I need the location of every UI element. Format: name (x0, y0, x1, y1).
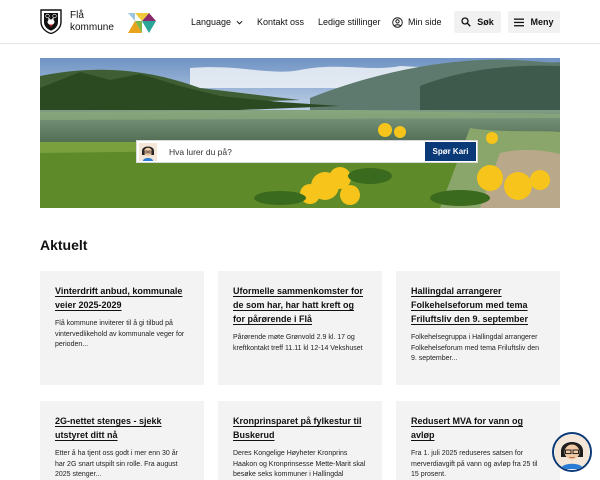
news-card[interactable]: 2G-nettet stenges - sjekk utstyret ditt … (40, 401, 204, 480)
language-label: Language (191, 17, 232, 27)
search-icon (461, 17, 472, 27)
logo-name-line2: kommune (70, 21, 114, 33)
chat-button[interactable] (552, 432, 592, 472)
nav-kontakt-oss[interactable]: Kontakt oss (257, 0, 304, 44)
news-card[interactable]: Redusert MVA for vann og avløp Fra 1. ju… (396, 401, 560, 480)
news-card-desc: Fra 1. juli 2025 reduseres satsen for me… (411, 450, 538, 478)
hamburger-icon (514, 18, 525, 26)
language-selector[interactable]: Language (191, 0, 243, 44)
news-card[interactable]: Hallingdal arrangerer Folkehelseforum me… (396, 271, 560, 385)
menu-button-label: Meny (530, 17, 554, 27)
municipality-name: Flå kommune (70, 10, 114, 34)
nav-min-side[interactable]: Min side (392, 0, 442, 44)
hero-image: Hva lurer du på? Spør Kari (40, 58, 560, 208)
news-card-title[interactable]: 2G-nettet stenges - sjekk utstyret ditt … (55, 414, 190, 442)
logo-name-line1: Flå (70, 9, 84, 21)
news-card-desc: Flå kommune inviterer til å gi tilbud på… (55, 320, 185, 348)
news-card-title[interactable]: Hallingdal arrangerer Folkehelseforum me… (411, 284, 546, 326)
nav-ledige-label: Ledige stillinger (318, 17, 381, 27)
news-card[interactable]: Kronprinsparet på fylkestur til Buskerud… (218, 401, 382, 480)
home-logo-link[interactable]: Flå kommune (40, 9, 114, 34)
nav-ledige-stillinger[interactable]: Ledige stillinger (318, 0, 381, 44)
triangles-logo-icon (128, 13, 156, 33)
news-card-title[interactable]: Redusert MVA for vann og avløp (411, 414, 546, 442)
site-header: Flå kommune Language Kontakt oss Ledige … (0, 0, 600, 44)
news-card[interactable]: Uformelle sammenkomster for de som har, … (218, 271, 382, 385)
news-card-title[interactable]: Kronprinsparet på fylkestur til Buskerud (233, 414, 368, 442)
user-circle-icon (392, 16, 403, 28)
section-title: Aktuelt (40, 237, 88, 253)
ask-kari-search: Hva lurer du på? Spør Kari (136, 140, 478, 163)
search-button-label: Søk (477, 17, 494, 27)
nav-kontakt-label: Kontakt oss (257, 17, 305, 27)
chat-avatar-icon (555, 435, 589, 469)
news-card[interactable]: Vinterdrift anbud, kommunale veier 2025-… (40, 271, 204, 385)
chevron-down-icon (236, 20, 243, 25)
news-card-title[interactable]: Uformelle sammenkomster for de som har, … (233, 284, 368, 326)
menu-button[interactable]: Meny (508, 11, 560, 33)
search-button[interactable]: Søk (454, 11, 501, 33)
news-card-desc: Deres Kongelige Høyheter Kronprins Haako… (233, 450, 366, 478)
nav-min-side-label: Min side (408, 17, 442, 27)
news-card-desc: Pårørende møte Grønvold 2.9 kl. 17 og kr… (233, 334, 363, 352)
news-card-desc: Folkehelsegruppa i Hallingdal arrangerer… (411, 334, 539, 362)
kari-avatar-icon (139, 142, 157, 161)
lake-landscape-image (40, 58, 560, 208)
bear-crest-icon (40, 9, 62, 34)
news-card-desc: Etter å ha tjent oss godt i mer enn 30 å… (55, 450, 178, 478)
news-card-title[interactable]: Vinterdrift anbud, kommunale veier 2025-… (55, 284, 190, 312)
ask-kari-button[interactable]: Spør Kari (425, 142, 476, 161)
